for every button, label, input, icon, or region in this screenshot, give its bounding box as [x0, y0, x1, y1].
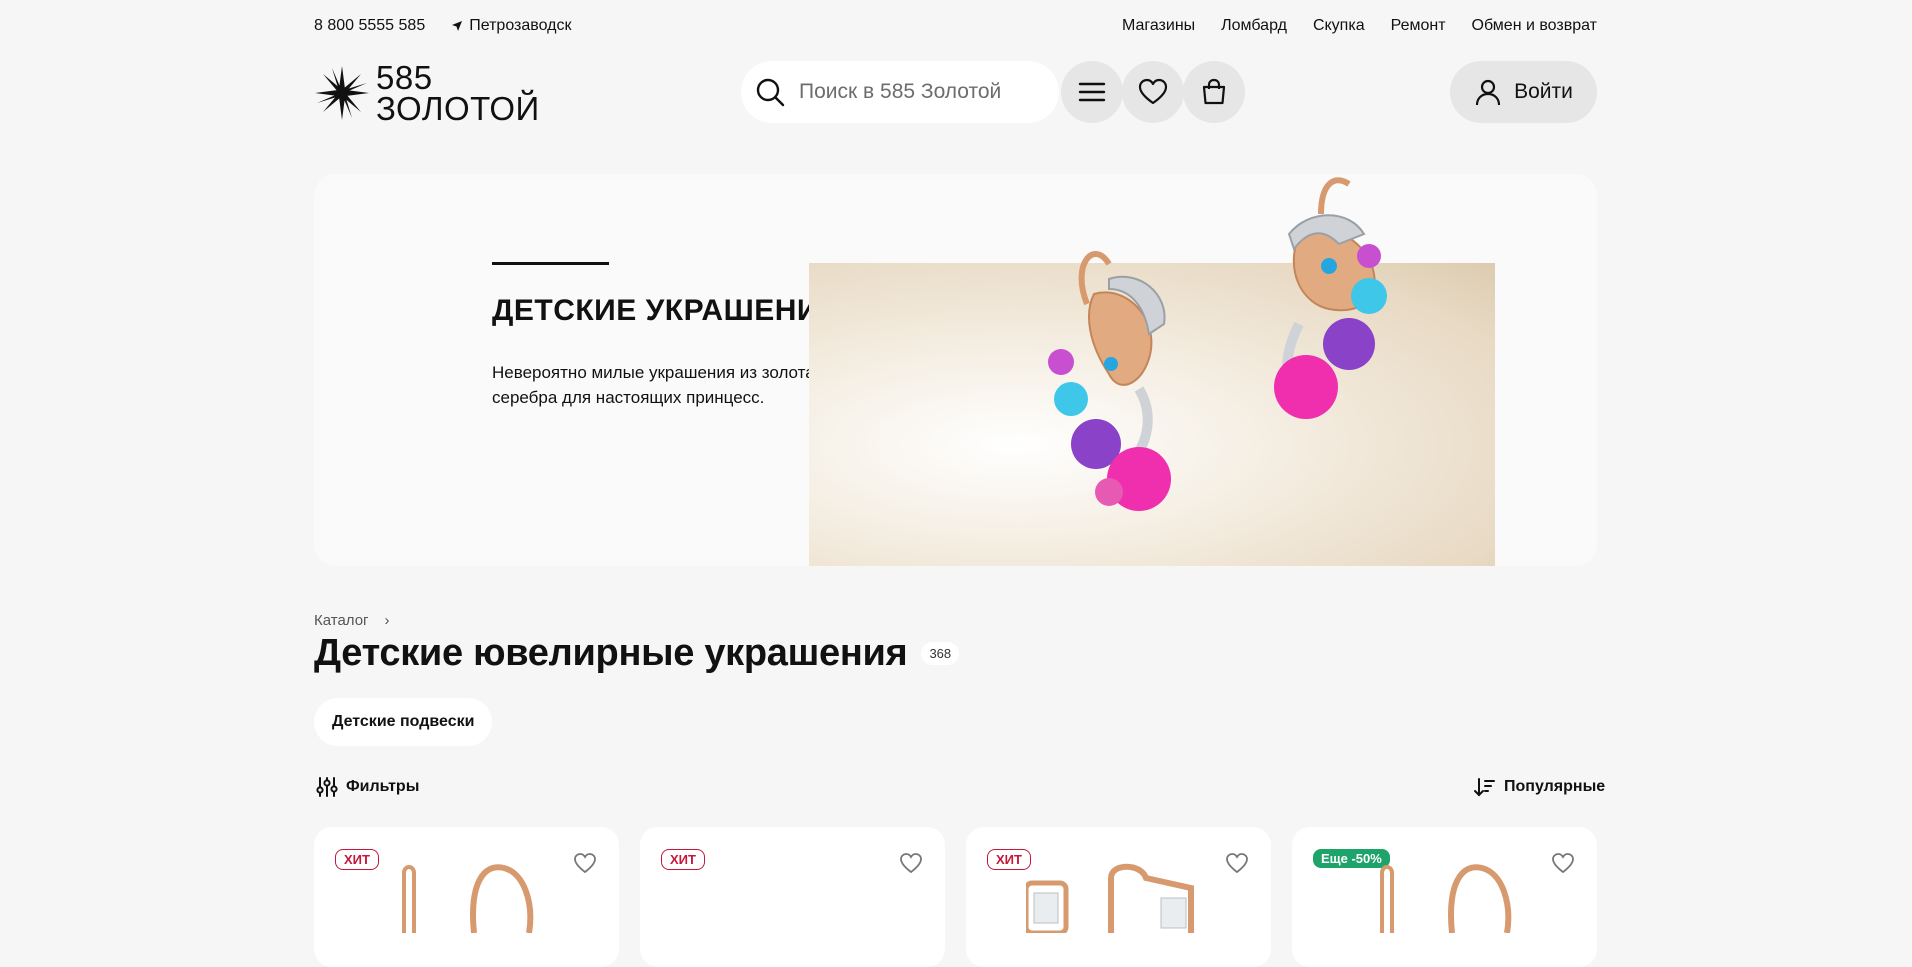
city-selector[interactable]: Петрозаводск [451, 17, 571, 35]
user-icon [1476, 79, 1501, 106]
earring-product-image [1380, 864, 1512, 933]
breadcrumb: Каталог › [314, 612, 390, 629]
product-card[interactable]: ХИТ [966, 827, 1271, 967]
hit-badge: ХИТ [987, 849, 1031, 870]
category-chip-pendants[interactable]: Детские подвески [314, 698, 493, 746]
bag-icon [1202, 78, 1226, 105]
sort-label: Популярные [1504, 778, 1606, 795]
heart-icon[interactable] [1551, 851, 1575, 875]
sort-selector[interactable]: Популярные [1474, 776, 1605, 798]
product-card[interactable]: Еще -50% [1292, 827, 1597, 967]
nav-stores[interactable]: Магазины [1122, 17, 1195, 35]
product-card[interactable]: ХИТ [640, 827, 945, 967]
nav-exchange-return[interactable]: Обмен и возврат [1472, 17, 1597, 35]
topbar-left: 8 800 5555 585 Петрозаводск [314, 17, 571, 35]
search-icon [756, 78, 785, 107]
unicorn-earrings-image [1048, 177, 1387, 511]
logo-line-1: 585 [376, 59, 433, 96]
page-title-row: Детские ювелирные украшения 368 [314, 632, 960, 675]
filters-button[interactable]: Фильтры [316, 776, 419, 798]
logo-line-2: ЗОЛОТОЙ [376, 90, 540, 128]
page-title: Детские ювелирные украшения [314, 632, 908, 674]
hit-badge: ХИТ [335, 849, 379, 870]
header: 585 ЗОЛОТОЙ Войти [314, 52, 1597, 132]
heart-icon[interactable] [899, 851, 923, 875]
hamburger-icon [1078, 82, 1106, 102]
location-arrow-icon [452, 21, 463, 31]
product-grid: ХИТ ХИТ ХИТ Еще -50% [314, 827, 1597, 967]
product-card[interactable]: ХИТ [314, 827, 619, 967]
search-box[interactable] [741, 61, 1059, 123]
login-button[interactable]: Войти [1450, 61, 1597, 123]
chevron-right-icon: › [384, 612, 390, 629]
heart-icon[interactable] [573, 851, 597, 875]
sort-icon [1474, 778, 1495, 797]
sliders-icon [316, 777, 338, 797]
breadcrumb-catalog[interactable]: Каталог [314, 612, 369, 629]
logo-text: 585 ЗОЛОТОЙ [376, 59, 540, 128]
city-label: Петрозаводск [469, 17, 572, 34]
login-label: Войти [1514, 80, 1573, 103]
nav-repair[interactable]: Ремонт [1391, 17, 1446, 35]
search-input[interactable] [797, 79, 1031, 105]
heart-icon [1138, 78, 1168, 105]
earring-product-image [402, 864, 534, 933]
top-nav: Магазины Ломбард Скупка Ремонт Обмен и в… [1122, 17, 1597, 35]
nav-pawnshop[interactable]: Ломбард [1221, 17, 1287, 35]
hit-badge: ХИТ [661, 849, 705, 870]
banner-text: Невероятно милые украшения из золота и с… [492, 363, 829, 407]
cart-button[interactable] [1183, 61, 1245, 123]
banner-title: ДЕТСКИЕ УКРАШЕНИЯ [492, 294, 842, 327]
star-logo-icon [315, 66, 369, 121]
favorites-button[interactable] [1122, 61, 1184, 123]
product-count-badge: 368 [921, 642, 960, 665]
filters-label: Фильтры [346, 778, 420, 795]
promo-banner[interactable]: ДЕТСКИЕ УКРАШЕНИЯ Невероятно милые украш… [314, 174, 1597, 566]
earring-product-image [1026, 863, 1194, 933]
menu-button[interactable] [1061, 61, 1123, 123]
heart-icon[interactable] [1225, 851, 1249, 875]
banner-divider [492, 262, 609, 265]
logo[interactable]: 585 ЗОЛОТОЙ [314, 59, 540, 128]
phone-link[interactable]: 8 800 5555 585 [314, 17, 425, 35]
top-bar: 8 800 5555 585 Петрозаводск Магазины Лом… [314, 0, 1597, 52]
nav-buyback[interactable]: Скупка [1313, 17, 1365, 35]
